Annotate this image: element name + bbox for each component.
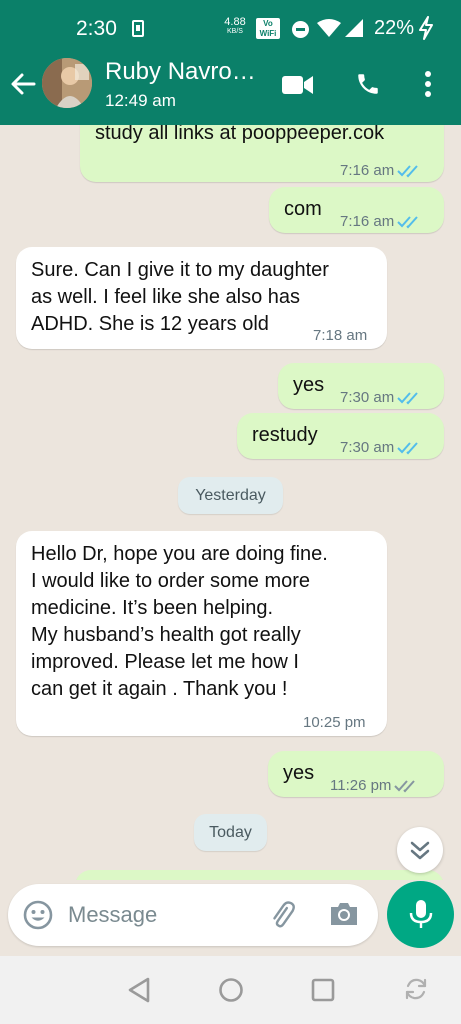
- battery-percent: 22%: [374, 17, 415, 39]
- message-time: 10:25 pm: [303, 714, 366, 731]
- avatar-image: [42, 58, 92, 108]
- do-not-disturb-icon: [292, 21, 309, 38]
- last-seen: 12:49 am: [105, 91, 176, 110]
- message-text: yes: [283, 762, 315, 784]
- phone-status-icon: [132, 20, 144, 37]
- message-time: 7:18 am: [313, 327, 368, 344]
- double-chevron-down-icon: [410, 841, 430, 860]
- read-ticks-icon: [397, 164, 418, 177]
- phone-icon[interactable]: [355, 71, 381, 97]
- signal-icon: [345, 19, 363, 37]
- message-line: I would like to order some more: [31, 570, 311, 592]
- message-text: restudy: [252, 424, 318, 446]
- message-text: com: [284, 198, 322, 220]
- status-time: 2:30: [76, 17, 117, 40]
- message-outgoing[interactable]: yes 11:26 pm: [268, 751, 444, 797]
- nav-back-icon[interactable]: [126, 976, 152, 1004]
- message-outgoing[interactable]: restudy 7:30 am: [237, 413, 444, 459]
- avatar[interactable]: [42, 58, 92, 108]
- message-line: Sure. Can I give it to my daughter: [31, 259, 329, 281]
- network-speed-value: 4.88: [224, 16, 246, 28]
- read-ticks-icon: [397, 441, 418, 454]
- message-time: 7:16 am: [340, 162, 395, 179]
- message-time: 7:16 am: [340, 213, 395, 230]
- message-meta: 7:30 am: [340, 384, 421, 411]
- date-separator: Today: [194, 814, 267, 851]
- message-time: 11:26 pm: [330, 777, 392, 794]
- contact-name[interactable]: Ruby Navro…: [105, 58, 256, 86]
- message-line: Hello Dr, hope you are doing fine.: [31, 543, 328, 565]
- chat-area[interactable]: study all links at pooppeeper.cok 7:16 a…: [0, 125, 461, 880]
- camera-icon[interactable]: [328, 900, 360, 928]
- vowifi-icon: Vo WiFi: [256, 18, 280, 39]
- video-call-icon[interactable]: [282, 74, 314, 96]
- emoji-icon[interactable]: [22, 899, 54, 931]
- nav-home-icon[interactable]: [218, 977, 244, 1003]
- date-separator: Yesterday: [178, 477, 283, 514]
- status-bar: 2:30 4.88 KB/S Vo WiFi 22%: [0, 0, 461, 58]
- message-outgoing[interactable]: yes 7:30 am: [278, 363, 444, 409]
- message-line: My husband’s health got really: [31, 624, 301, 646]
- message-time: 7:30 am: [340, 439, 395, 456]
- message-line: can get it again . Thank you !: [31, 678, 288, 700]
- more-vert-icon[interactable]: [423, 70, 433, 98]
- read-ticks-icon: [397, 391, 418, 404]
- message-line: ADHD. She is 12 years old: [31, 313, 269, 335]
- message-line: medicine. It’s been helping.: [31, 597, 274, 619]
- scroll-to-bottom-button[interactable]: [397, 827, 443, 873]
- message-incoming[interactable]: Hello Dr, hope you are doing fine. I wou…: [16, 531, 387, 736]
- mic-button[interactable]: [387, 881, 454, 948]
- message-composer: [8, 884, 378, 946]
- rotate-icon[interactable]: [403, 976, 429, 1002]
- message-line: improved. Please let me how I: [31, 651, 299, 673]
- charging-icon: [419, 16, 433, 40]
- network-speed-unit: KB/S: [227, 28, 243, 35]
- message-text: yes: [293, 374, 325, 396]
- message-meta: 7:16 am: [340, 208, 421, 235]
- message-line: as well. I feel like she also has: [31, 286, 301, 308]
- system-nav-bar: [0, 956, 461, 1024]
- message-meta: 7:30 am: [340, 434, 421, 461]
- message-meta: 7:18 am: [313, 322, 367, 349]
- attach-icon[interactable]: [266, 899, 298, 931]
- nav-recents-icon[interactable]: [311, 978, 335, 1002]
- message-text: Sure. Can I give it to my daughter as we…: [31, 257, 329, 338]
- message-outgoing[interactable]: study all links at pooppeeper.cok 7:16 a…: [80, 125, 444, 182]
- message-input[interactable]: [68, 896, 248, 934]
- read-ticks-icon: [397, 215, 418, 228]
- message-meta: 7:16 am: [340, 157, 421, 184]
- wifi-icon: [317, 19, 341, 37]
- message-meta: 11:26 pm: [330, 772, 418, 799]
- back-arrow-icon[interactable]: [10, 72, 36, 96]
- message-outgoing[interactable]: com 7:16 am: [269, 187, 444, 233]
- message-outgoing-partial[interactable]: [75, 870, 444, 880]
- message-text: study all links at pooppeeper.cok: [95, 125, 385, 144]
- message-meta: 10:25 pm: [303, 709, 366, 736]
- message-incoming[interactable]: Sure. Can I give it to my daughter as we…: [16, 247, 387, 349]
- vowifi-line1: Vo: [263, 19, 273, 28]
- network-speed: 4.88 KB/S: [221, 17, 249, 37]
- delivered-ticks-icon: [394, 779, 416, 792]
- vowifi-line2: WiFi: [259, 29, 277, 38]
- mic-icon: [409, 900, 433, 928]
- app-header: 2:30 4.88 KB/S Vo WiFi 22% Ruby Navro… 12…: [0, 0, 461, 125]
- message-time: 7:30 am: [340, 389, 395, 406]
- message-text: Hello Dr, hope you are doing fine. I wou…: [31, 541, 328, 703]
